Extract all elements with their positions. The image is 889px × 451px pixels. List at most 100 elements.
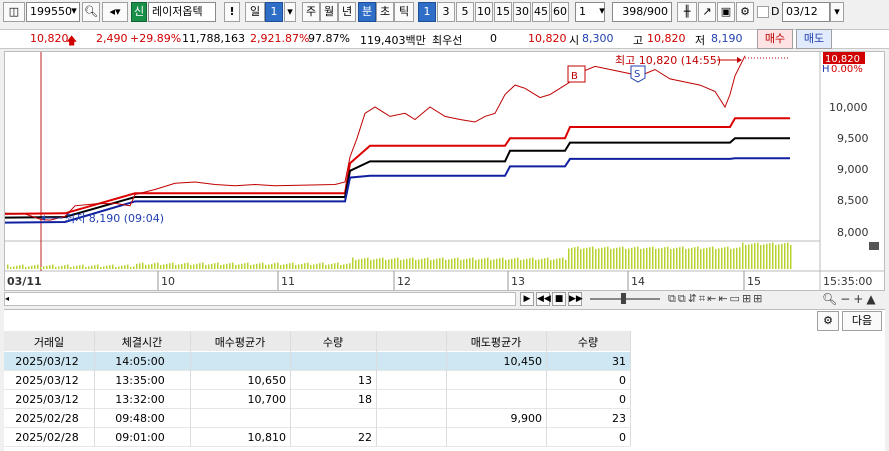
volume-bar — [49, 265, 51, 269]
volume-bar — [112, 264, 114, 269]
volume-bar — [337, 262, 339, 269]
chart-tool-icons[interactable]: ⧉⧉⇵⌗⇤⇤▭⊞⊞ — [668, 292, 764, 306]
volume-bar — [643, 248, 645, 269]
speaker-icon[interactable]: ◂▾ — [102, 2, 128, 22]
next-button[interactable]: 다음 — [842, 311, 882, 331]
minute-1-button[interactable]: 1 — [418, 2, 436, 22]
minute-30-button[interactable]: 30 — [513, 2, 531, 22]
line-tool-icon[interactable]: ↗ — [698, 2, 716, 22]
column-divider — [630, 331, 631, 446]
gear-icon[interactable]: ⚙ — [817, 311, 839, 331]
column-header[interactable]: 매도평균가 — [446, 334, 546, 350]
rewind-icon[interactable]: ◀◀ — [536, 292, 551, 306]
forward-icon[interactable]: ▶▶ — [568, 292, 583, 306]
period-tick-button[interactable]: 틱 — [394, 2, 414, 22]
volume-bar — [580, 249, 582, 269]
volume-bar — [550, 260, 552, 269]
calendar-dropdown-icon[interactable]: ▾ — [830, 2, 844, 22]
volume-bar — [238, 264, 240, 269]
volume-bar — [487, 257, 489, 269]
sell-button[interactable]: 매도 — [796, 29, 832, 49]
minute-10-button[interactable]: 10 — [475, 2, 493, 22]
minute-60-button[interactable]: 60 — [551, 2, 569, 22]
volume-bar — [463, 259, 465, 269]
volume-bar — [157, 262, 159, 269]
y-tick-label: 8,000 — [837, 226, 869, 239]
date-label: 14 — [631, 275, 645, 288]
volume-bar — [340, 265, 342, 269]
volume-bar — [649, 247, 651, 269]
period-minute-button[interactable]: 분 — [358, 2, 376, 22]
volume-bar — [484, 258, 486, 269]
column-header[interactable]: 수량 — [546, 334, 630, 350]
sell-marker[interactable]: S — [630, 65, 646, 83]
volume-bar — [775, 245, 777, 269]
period-year-button[interactable]: 년 — [338, 2, 356, 22]
volume-bar — [220, 265, 222, 269]
period-number[interactable]: 1 — [265, 2, 283, 22]
volume-bar — [217, 262, 219, 269]
volume-bar — [169, 263, 171, 269]
volume-bar — [448, 259, 450, 269]
volume-bar — [361, 258, 363, 269]
zoom-controls[interactable]: 🔍︎−+▲ — [822, 292, 879, 306]
buy-marker[interactable]: B — [567, 65, 586, 83]
column-header[interactable]: 체결시간 — [94, 334, 190, 350]
volume-bar — [370, 260, 372, 269]
volume-bar — [469, 258, 471, 269]
search-icon[interactable]: 🔍︎ — [82, 2, 100, 22]
scroll-left-icon[interactable]: ◂ — [5, 293, 15, 305]
play-icon[interactable]: ▶ — [520, 292, 534, 306]
volume-bar — [496, 258, 498, 269]
low-price: 8,190 — [711, 32, 743, 45]
volume-bar — [79, 265, 81, 269]
table-cell: 23 — [612, 412, 626, 425]
volume-bar — [715, 249, 717, 269]
chevron-down-icon[interactable]: ▾ — [284, 2, 296, 22]
d-checkbox[interactable] — [757, 6, 769, 18]
period-week-button[interactable]: 주 — [302, 2, 320, 22]
volume-bar — [46, 265, 48, 269]
volume-bar — [172, 262, 174, 269]
volume-bar — [466, 258, 468, 269]
minute-5-button[interactable]: 5 — [456, 2, 474, 22]
period-day-button[interactable]: 일 — [245, 2, 265, 22]
date-input[interactable]: 03/12 — [782, 2, 830, 22]
volume-bar — [748, 244, 750, 269]
table-cell: 09:48:00 — [115, 412, 165, 425]
volume-bar — [400, 260, 402, 269]
save-icon[interactable]: ▣ — [717, 2, 735, 22]
volume-bar — [571, 247, 573, 269]
volume-bar — [439, 258, 441, 269]
column-header[interactable]: 수량 — [290, 334, 376, 350]
period-second-button[interactable]: 초 — [376, 2, 394, 22]
chevron-down-icon[interactable]: ▾ — [68, 2, 80, 22]
column-header[interactable]: 거래일 — [4, 334, 94, 350]
volume-bar — [427, 257, 429, 269]
column-header[interactable]: 매수평균가 — [190, 334, 290, 350]
minute-45-button[interactable]: 45 — [532, 2, 550, 22]
stock-name[interactable]: 레이저옵텍 — [148, 2, 216, 22]
candle-icon[interactable]: ╫ — [677, 2, 697, 22]
gear-icon[interactable]: ⚙ — [736, 2, 754, 22]
volume-bar — [442, 257, 444, 269]
zoom-slider-handle[interactable] — [621, 293, 626, 304]
volume-bar — [640, 249, 642, 269]
volume-bar — [394, 258, 396, 269]
price-chart[interactable]: B S 최고 10,820 (14:55) 최저 8,190 (09:04) 1… — [4, 51, 885, 291]
volume-bar — [493, 259, 495, 269]
stop-icon[interactable]: ■ — [552, 292, 566, 306]
minute-15-button[interactable]: 15 — [494, 2, 512, 22]
volume-bar — [637, 246, 639, 269]
buy-button[interactable]: 매수 — [757, 29, 793, 49]
minute-3-button[interactable]: 3 — [437, 2, 455, 22]
volume-bar — [22, 264, 24, 269]
chart-scrollbar[interactable]: ◂ — [4, 292, 516, 306]
window-icon[interactable]: ◫ — [3, 2, 25, 22]
volume-bar — [406, 258, 408, 269]
volume-bar — [43, 266, 45, 269]
period-month-button[interactable]: 월 — [320, 2, 338, 22]
chevron-down-icon[interactable]: ▾ — [596, 2, 608, 22]
alert-button[interactable]: ! — [224, 2, 240, 22]
change-rate: +29.89% — [130, 32, 182, 45]
